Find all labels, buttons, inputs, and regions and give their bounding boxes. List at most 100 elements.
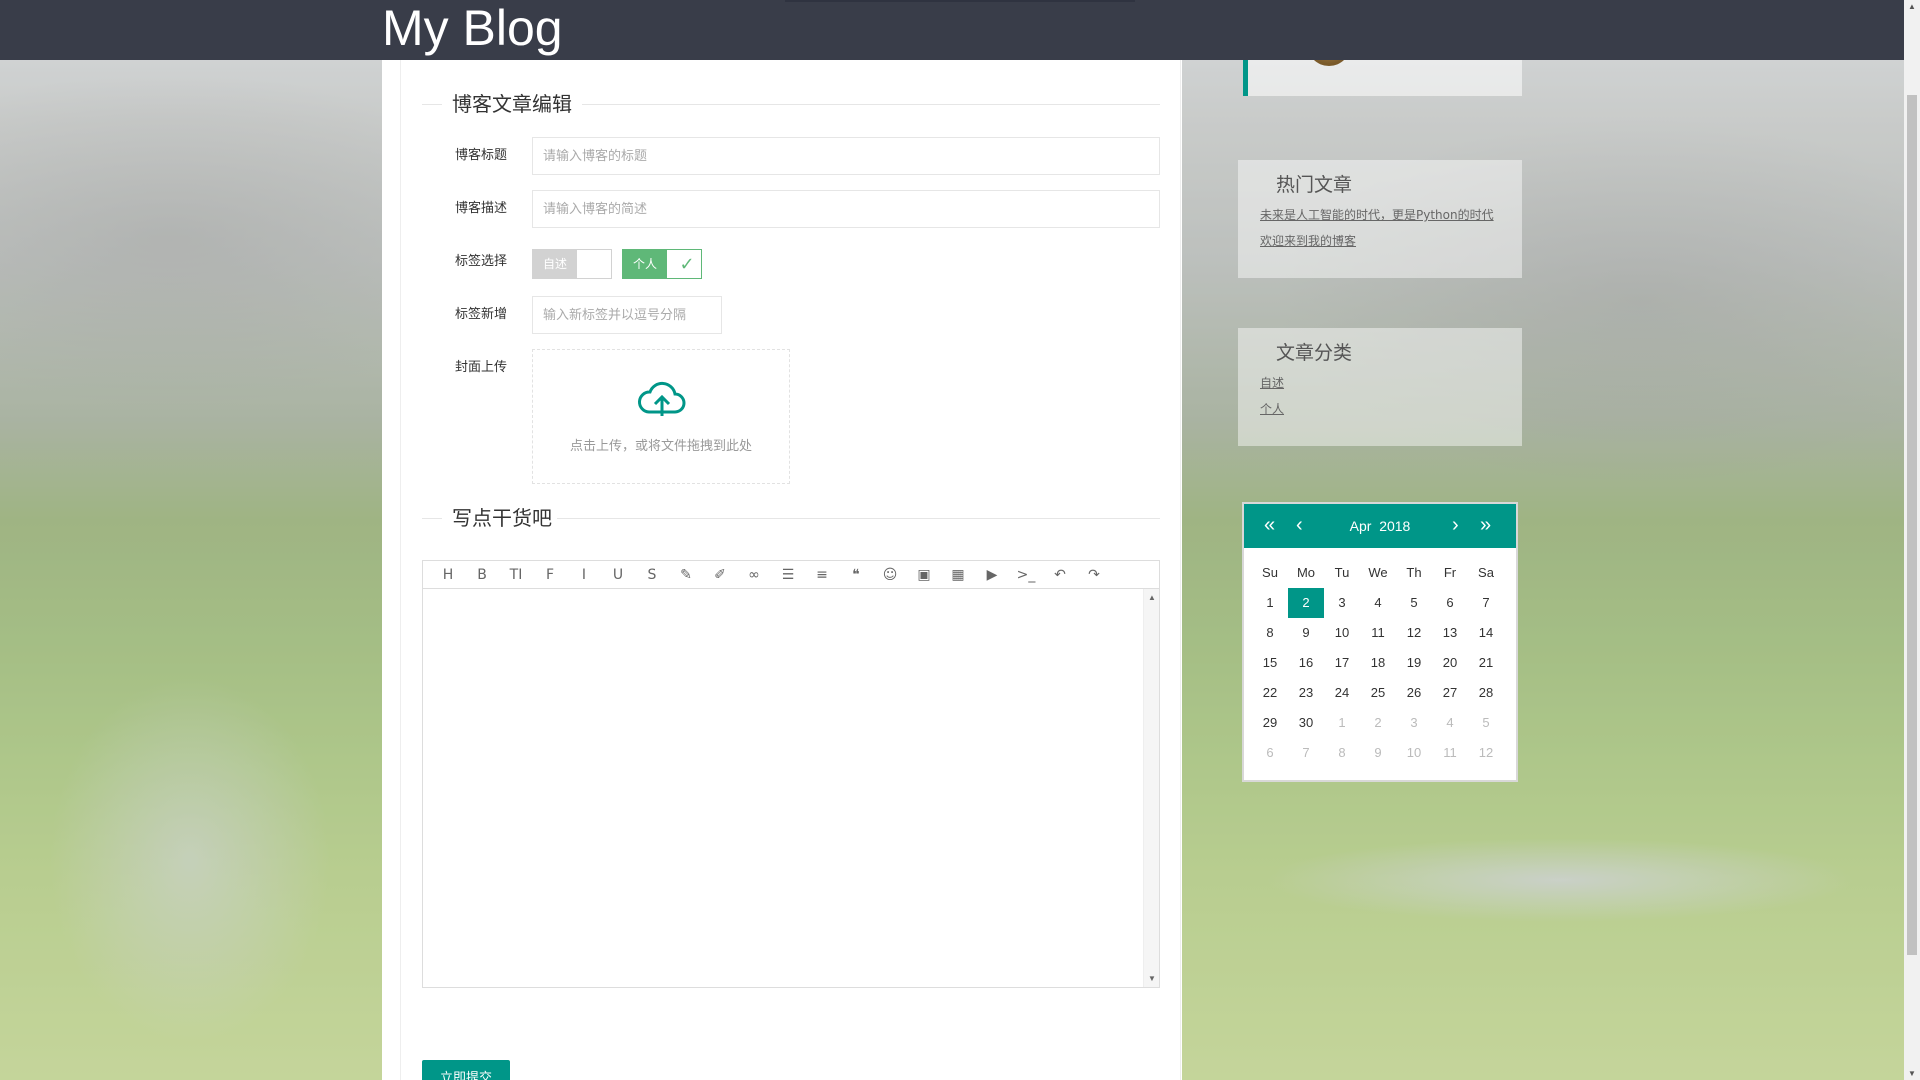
redo-icon[interactable]: ↷ <box>1077 562 1111 588</box>
calendar-day[interactable]: 21 <box>1468 648 1504 678</box>
tag-switch-geren[interactable]: 个人 ✓ <box>622 249 702 279</box>
calendar-day[interactable]: 2 <box>1360 708 1396 738</box>
tag-new-input[interactable] <box>532 296 722 334</box>
underline-icon[interactable]: U <box>601 562 635 588</box>
calendar-day[interactable]: 4 <box>1432 708 1468 738</box>
editor-scrollbar[interactable]: ▲ ▼ <box>1143 589 1159 987</box>
scroll-up-icon[interactable]: ▲ <box>1144 593 1160 602</box>
calendar-day[interactable]: 11 <box>1432 738 1468 768</box>
calendar-day[interactable]: 19 <box>1396 648 1432 678</box>
next-year-icon[interactable]: » <box>1480 514 1491 536</box>
calendar-day[interactable]: 28 <box>1468 678 1504 708</box>
category-link[interactable]: 自述 <box>1260 374 1284 391</box>
calendar-day[interactable]: 18 <box>1360 648 1396 678</box>
video-icon[interactable]: ▶ <box>975 562 1009 588</box>
calendar-day[interactable]: 1 <box>1324 708 1360 738</box>
calendar-day[interactable]: 6 <box>1252 738 1288 768</box>
calendar-day[interactable]: 29 <box>1252 708 1288 738</box>
calendar-day[interactable]: 12 <box>1468 738 1504 768</box>
edit-section-title: 博客文章编辑 <box>422 93 1160 115</box>
calendar-day[interactable]: 9 <box>1288 618 1324 648</box>
calendar-day[interactable]: 1 <box>1252 588 1288 618</box>
calendar-week-row: 6 7 8 9 10 11 12 <box>1252 738 1510 768</box>
categories-title: 文章分类 <box>1276 342 1353 364</box>
calendar-month[interactable]: Apr <box>1350 518 1372 534</box>
desc-input[interactable] <box>532 190 1160 228</box>
title-input[interactable] <box>532 137 1160 175</box>
desc-row: 博客描述 <box>422 190 1160 228</box>
tag-switch-zishu[interactable]: 自述 <box>532 249 612 279</box>
calendar-day[interactable]: 8 <box>1324 738 1360 768</box>
next-month-icon[interactable]: › <box>1452 514 1459 536</box>
calendar-weekday: Su <box>1262 565 1278 580</box>
calendar-header: « ‹ Apr 2018 › » <box>1244 504 1516 548</box>
text-size-icon[interactable]: TI <box>499 562 533 588</box>
upload-dropzone[interactable]: 点击上传，或将文件拖拽到此处 <box>532 349 790 484</box>
submit-button[interactable]: 立即提交 <box>422 1060 511 1080</box>
calendar-day[interactable]: 27 <box>1432 678 1468 708</box>
calendar-day[interactable]: 2 <box>1288 588 1324 618</box>
calendar-day[interactable]: 23 <box>1288 678 1324 708</box>
calendar-day[interactable]: 30 <box>1288 708 1324 738</box>
calendar-week-row: 8 9 10 11 12 13 14 <box>1252 618 1510 648</box>
align-icon[interactable]: ≡ <box>805 562 839 588</box>
scroll-up-icon[interactable]: ▲ <box>1904 2 1920 11</box>
calendar-day[interactable]: 5 <box>1396 588 1432 618</box>
hot-article-link[interactable]: 欢迎来到我的博客 <box>1260 232 1356 249</box>
calendar-day[interactable]: 24 <box>1324 678 1360 708</box>
image-icon[interactable]: ▣ <box>907 562 941 588</box>
calendar-day[interactable]: 13 <box>1432 618 1468 648</box>
calendar-week-row: 1234567 <box>1252 588 1510 618</box>
hot-article-link[interactable]: 未来是人工智能的时代，更是Python的时代 <box>1260 206 1494 223</box>
quote-icon[interactable]: ❝ <box>839 562 873 588</box>
calendar-day[interactable]: 10 <box>1324 618 1360 648</box>
eraser-icon[interactable]: ✎ <box>669 562 703 588</box>
calendar-day[interactable]: 11 <box>1360 618 1396 648</box>
heading-icon[interactable]: H <box>431 562 465 588</box>
brand-title[interactable]: My Blog <box>382 0 563 56</box>
calendar-year[interactable]: 2018 <box>1379 518 1410 534</box>
navbar-divider <box>785 0 1135 2</box>
calendar-day[interactable]: 25 <box>1360 678 1396 708</box>
calendar-day[interactable]: 20 <box>1432 648 1468 678</box>
undo-icon[interactable]: ↶ <box>1043 562 1077 588</box>
calendar-day[interactable]: 6 <box>1432 588 1468 618</box>
bold-icon[interactable]: B <box>465 562 499 588</box>
tag-select-label: 标签选择 <box>454 254 507 269</box>
list-icon[interactable]: ☰ <box>771 562 805 588</box>
calendar-day[interactable]: 3 <box>1396 708 1432 738</box>
calendar-day[interactable]: 5 <box>1468 708 1504 738</box>
scroll-down-icon[interactable]: ▼ <box>1144 974 1160 983</box>
scrollbar-thumb[interactable] <box>1907 95 1917 955</box>
calendar-day[interactable]: 8 <box>1252 618 1288 648</box>
calendar-weekday: Th <box>1406 565 1422 580</box>
code-icon[interactable]: >_ <box>1009 562 1043 588</box>
calendar-title[interactable]: Apr 2018 <box>1244 518 1516 534</box>
panel-border-left <box>400 60 401 1080</box>
upload-hint: 点击上传，或将文件拖拽到此处 <box>569 439 752 454</box>
calendar-day[interactable]: 12 <box>1396 618 1432 648</box>
calendar-day[interactable]: 14 <box>1468 618 1504 648</box>
calendar-day[interactable]: 17 <box>1324 648 1360 678</box>
brush-icon[interactable]: ✐ <box>703 562 737 588</box>
editor-textarea[interactable] <box>423 589 1159 987</box>
calendar-day[interactable]: 15 <box>1252 648 1288 678</box>
page-scrollbar[interactable]: ▲ ▼ <box>1904 0 1920 1080</box>
scroll-down-icon[interactable]: ▼ <box>1904 1069 1920 1078</box>
calendar-day[interactable]: 7 <box>1288 738 1324 768</box>
calendar-day[interactable]: 10 <box>1396 738 1432 768</box>
calendar-day[interactable]: 4 <box>1360 588 1396 618</box>
emoji-icon[interactable]: ☺ <box>873 562 907 588</box>
category-link[interactable]: 个人 <box>1260 400 1284 417</box>
link-icon[interactable]: ∞ <box>737 562 771 588</box>
calendar-day[interactable]: 7 <box>1468 588 1504 618</box>
calendar-day[interactable]: 22 <box>1252 678 1288 708</box>
font-icon[interactable]: F <box>533 562 567 588</box>
calendar-day[interactable]: 26 <box>1396 678 1432 708</box>
strikethrough-icon[interactable]: S <box>635 562 669 588</box>
calendar-day[interactable]: 9 <box>1360 738 1396 768</box>
table-icon[interactable]: ▦ <box>941 562 975 588</box>
calendar-day[interactable]: 3 <box>1324 588 1360 618</box>
calendar-day[interactable]: 16 <box>1288 648 1324 678</box>
italic-icon[interactable]: I <box>567 562 601 588</box>
